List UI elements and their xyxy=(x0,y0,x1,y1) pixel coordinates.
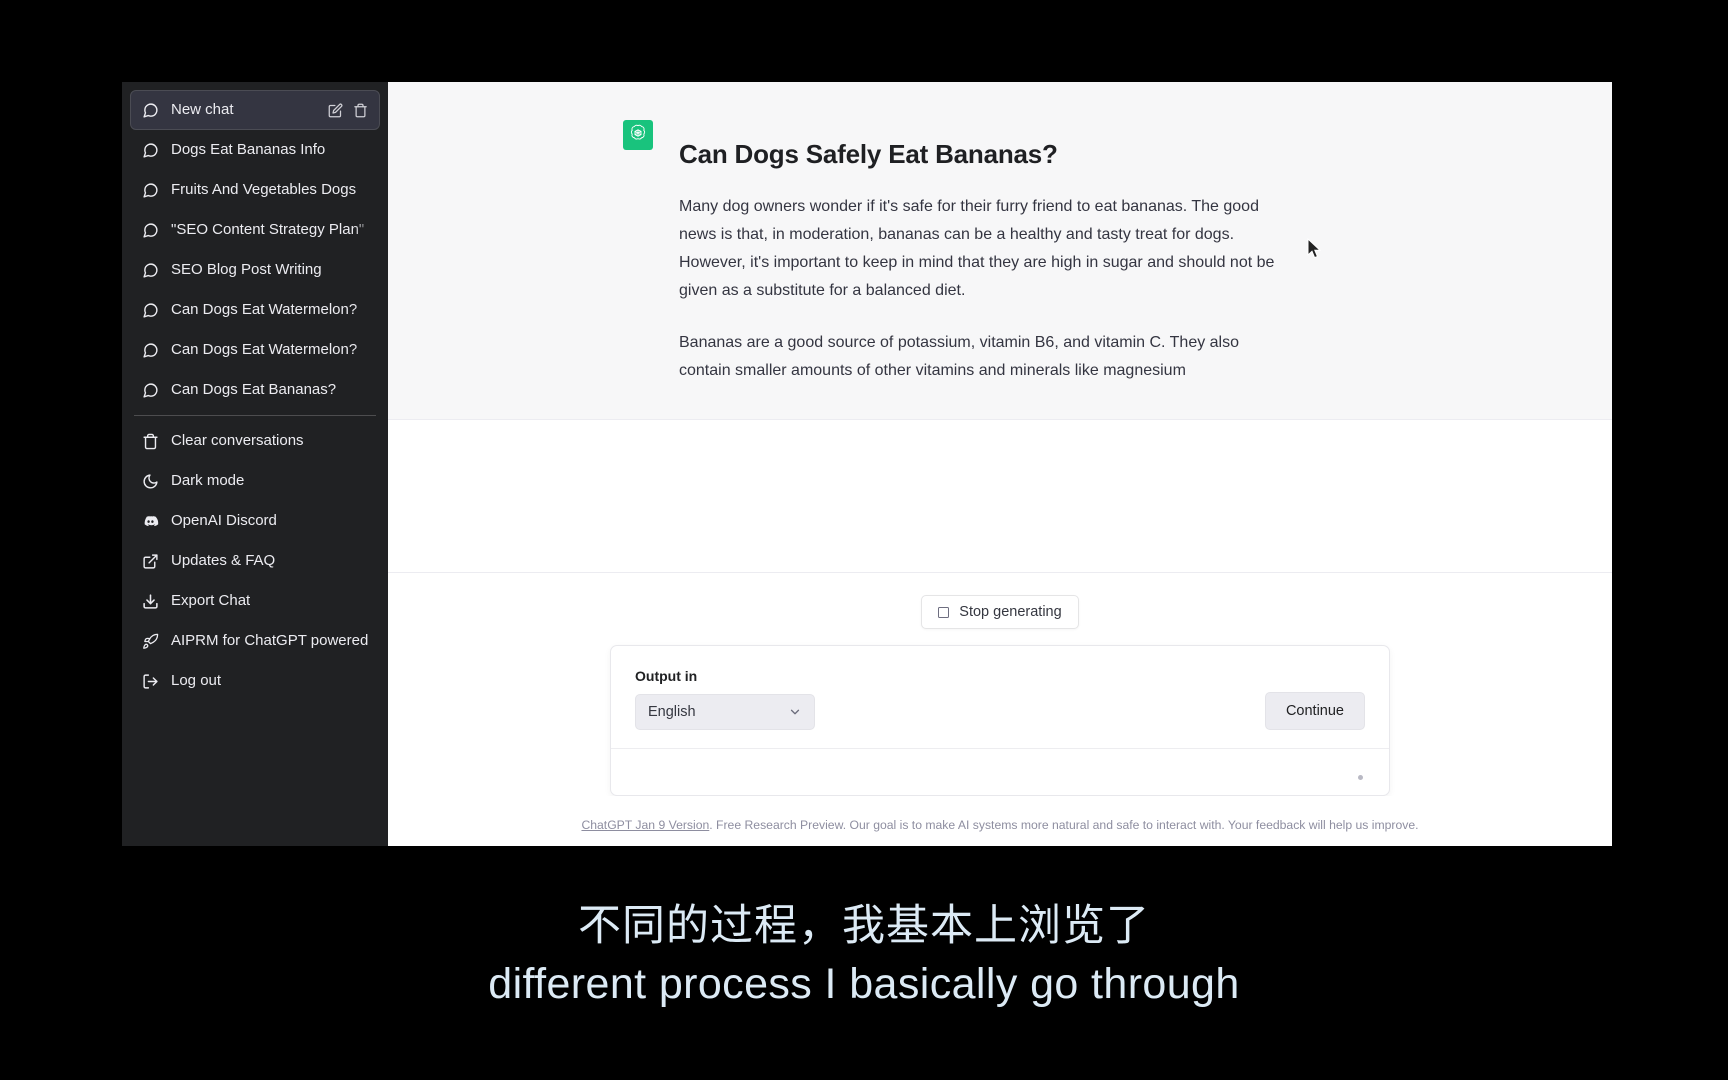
sidebar-item-label: Updates & FAQ xyxy=(171,552,276,569)
empty-scroll-region xyxy=(388,419,1612,572)
moon-icon xyxy=(142,473,159,490)
trash-icon xyxy=(142,433,159,450)
chat-bubble-icon xyxy=(142,382,159,399)
chat-bubble-icon xyxy=(142,262,159,279)
main-content: Can Dogs Safely Eat Bananas? Many dog ow… xyxy=(388,82,1612,846)
footer-note-text: . Free Research Preview. Our goal is to … xyxy=(709,818,1419,832)
paragraph-1: Many dog owners wonder if it's safe for … xyxy=(679,197,1275,299)
trash-icon[interactable] xyxy=(353,103,368,118)
output-language-group: Output in English xyxy=(635,668,815,730)
external-link-icon xyxy=(142,553,159,570)
conversation-label: "SEO Content Strategy Plan" xyxy=(171,221,365,238)
output-in-label: Output in xyxy=(635,668,698,684)
sidebar-item-label: AIPRM for ChatGPT powered xyxy=(171,632,368,649)
sidebar-item-label: Clear conversations xyxy=(171,432,304,449)
avatar xyxy=(623,120,653,150)
subtitle-english: different process I basically go through xyxy=(488,959,1240,1008)
chevron-down-icon xyxy=(788,705,802,719)
conversation-item[interactable]: Can Dogs Eat Bananas? xyxy=(130,370,380,410)
conversation-item[interactable]: Can Dogs Eat Watermelon? xyxy=(130,330,380,370)
footer-note: ChatGPT Jan 9 Version. Free Research Pre… xyxy=(388,796,1612,846)
sidebar-item-dark-mode[interactable]: Dark mode xyxy=(130,461,380,501)
conversation-label: Can Dogs Eat Watermelon? xyxy=(171,341,358,358)
conversation-label: SEO Blog Post Writing xyxy=(171,261,322,278)
conversation-list: Dogs Eat Bananas Info Fruits And Vegetab… xyxy=(130,130,380,410)
sidebar-item-openai-discord[interactable]: OpenAI Discord xyxy=(130,501,380,541)
conversation-item[interactable]: Dogs Eat Bananas Info xyxy=(130,130,380,170)
conversation-label: Can Dogs Eat Bananas? xyxy=(171,381,337,398)
paragraph-2: Bananas are a good source of potassium, … xyxy=(679,333,1240,379)
version-link[interactable]: ChatGPT Jan 9 Version xyxy=(581,818,709,832)
sidebar-item-label: Export Chat xyxy=(171,592,251,609)
message-body: Can Dogs Safely Eat Bananas? Many dog ow… xyxy=(679,108,1415,385)
conversation-item[interactable]: "SEO Content Strategy Plan" xyxy=(130,210,380,250)
sidebar-item-export-chat[interactable]: Export Chat xyxy=(130,581,380,621)
chat-bubble-icon xyxy=(142,222,159,239)
pencil-icon[interactable] xyxy=(328,103,343,118)
chat-bubble-icon xyxy=(142,182,159,199)
stop-generating-button[interactable]: Stop generating xyxy=(921,595,1079,629)
stop-generating-row: Stop generating xyxy=(388,573,1612,645)
openai-logo-icon xyxy=(628,123,648,148)
conversation-label: Dogs Eat Bananas Info xyxy=(171,141,326,158)
language-select[interactable]: English xyxy=(635,694,815,730)
language-select-value: English xyxy=(648,704,696,720)
panel-indicator-dot xyxy=(1358,775,1363,780)
subtitle-chinese: 不同的过程，我基本上浏览了 xyxy=(578,901,1150,951)
conversation-label: Can Dogs Eat Watermelon? xyxy=(171,301,358,318)
chat-bubble-icon xyxy=(142,302,159,319)
screen-root: New chat Dogs Eat Bananas Info Fruits An… xyxy=(0,0,1728,1080)
new-chat-label: New chat xyxy=(171,101,234,118)
sidebar-item-label: OpenAI Discord xyxy=(171,512,277,529)
output-panel-top: Output in English Continue xyxy=(611,646,1389,749)
page-title: Can Dogs Safely Eat Bananas? xyxy=(679,139,1058,169)
chatgpt-app-window: New chat Dogs Eat Bananas Info Fruits An… xyxy=(122,82,1612,846)
subtitle-overlay: 不同的过程，我基本上浏览了 different process I basica… xyxy=(0,900,1728,1012)
output-panel-bottom xyxy=(611,749,1389,795)
sidebar: New chat Dogs Eat Bananas Info Fruits An… xyxy=(122,82,388,846)
new-chat-row-actions xyxy=(328,103,368,118)
sidebar-item-log-out[interactable]: Log out xyxy=(130,661,380,701)
chat-bubble-icon xyxy=(142,342,159,359)
sidebar-item-updates-faq[interactable]: Updates & FAQ xyxy=(130,541,380,581)
discord-icon xyxy=(142,513,159,530)
rocket-icon xyxy=(142,633,159,650)
sidebar-item-label: Dark mode xyxy=(171,472,245,489)
stop-generating-label: Stop generating xyxy=(959,604,1062,620)
chat-bubble-icon xyxy=(142,142,159,159)
sidebar-item-label: Log out xyxy=(171,672,222,689)
download-icon xyxy=(142,593,159,610)
stop-square-icon xyxy=(938,606,950,618)
composer-area: Stop generating Output in English Contin… xyxy=(388,572,1612,846)
sidebar-divider xyxy=(134,415,376,416)
conversation-item[interactable]: Can Dogs Eat Watermelon? xyxy=(130,290,380,330)
continue-button[interactable]: Continue xyxy=(1264,692,1365,730)
sidebar-item-clear-conversations[interactable]: Clear conversations xyxy=(130,421,380,461)
chat-bubble-icon xyxy=(142,102,159,119)
conversation-label: Fruits And Vegetables Dogs xyxy=(171,181,357,198)
assistant-message: Can Dogs Safely Eat Bananas? Many dog ow… xyxy=(388,82,1612,420)
aiprm-output-panel: Output in English Continue xyxy=(610,645,1390,796)
sidebar-menu: Clear conversations Dark mode OpenAI Dis… xyxy=(130,421,380,701)
new-chat-button[interactable]: New chat xyxy=(130,90,380,130)
logout-icon xyxy=(142,673,159,690)
conversation-item[interactable]: SEO Blog Post Writing xyxy=(130,250,380,290)
conversation-item[interactable]: Fruits And Vegetables Dogs xyxy=(130,170,380,210)
sidebar-item-aiprm[interactable]: AIPRM for ChatGPT powered xyxy=(130,621,380,661)
